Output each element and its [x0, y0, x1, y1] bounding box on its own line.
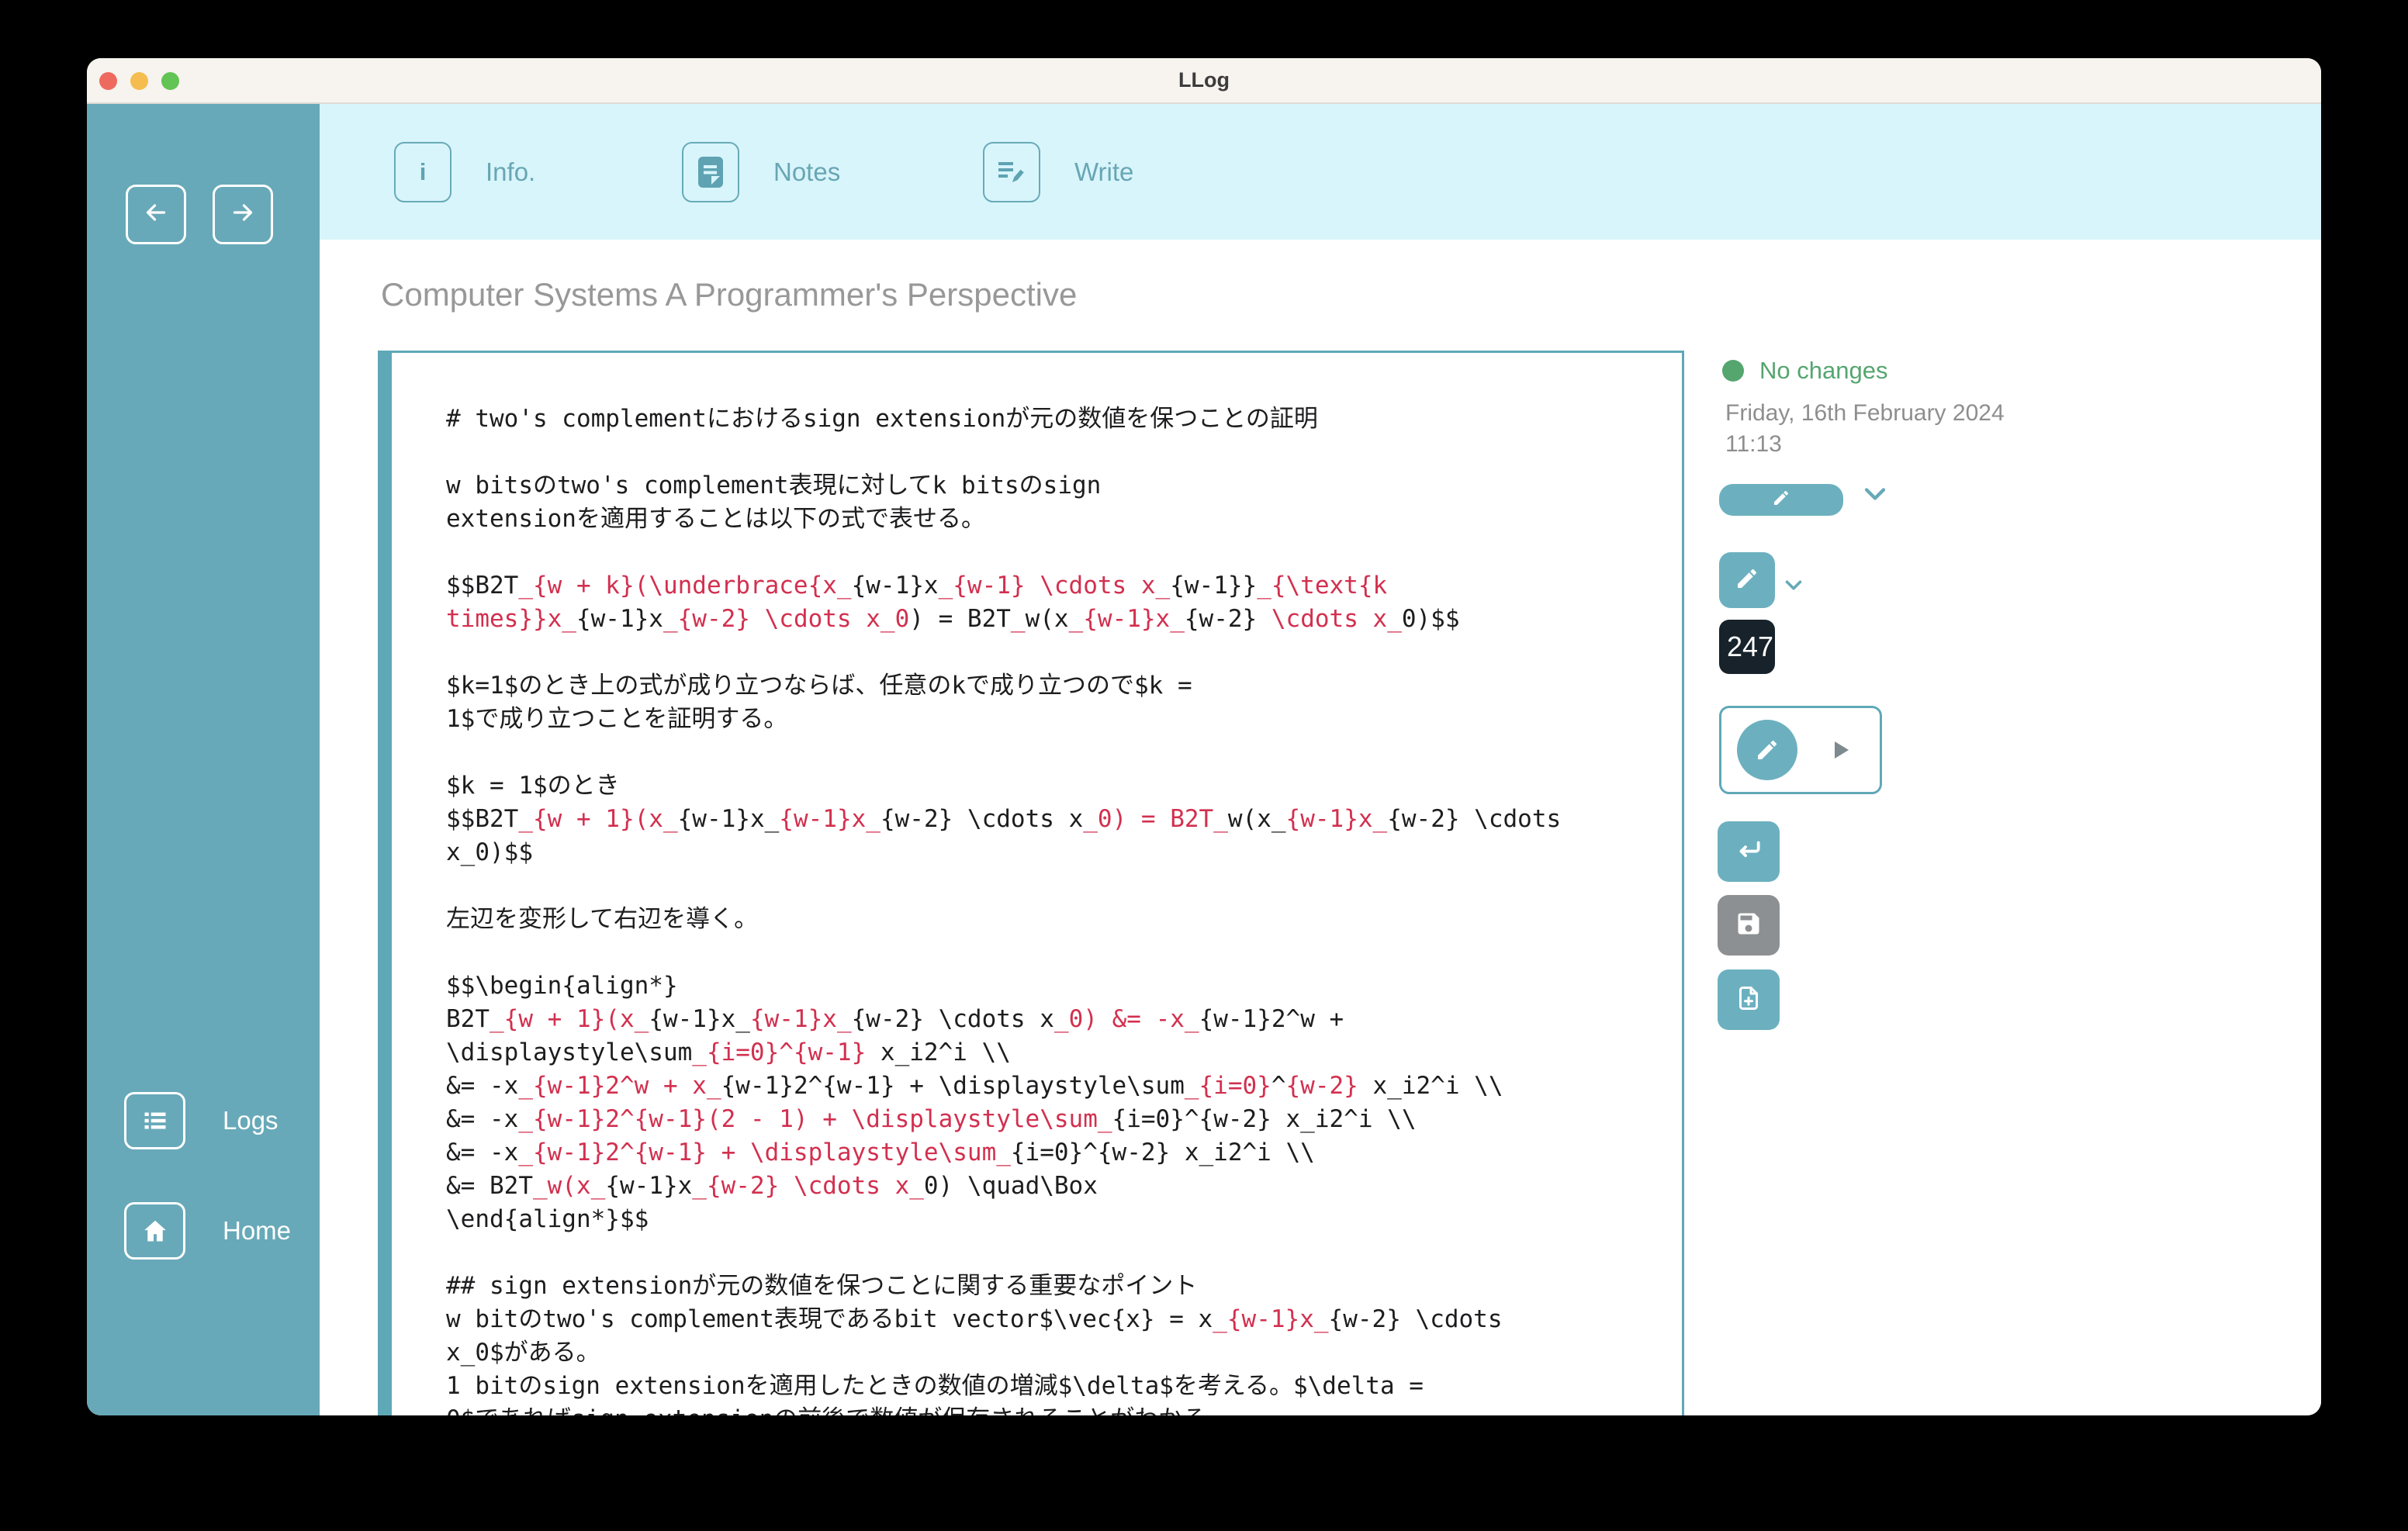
sidebar-item-label: Logs	[223, 1106, 279, 1135]
desktop-background: LLog Logs	[0, 0, 2408, 1531]
code-line[interactable]	[446, 869, 1660, 903]
edit-pill-button[interactable]	[1719, 484, 1843, 516]
code-line[interactable]	[446, 936, 1660, 969]
app-window: LLog Logs	[87, 58, 2321, 1415]
entry-date: Friday, 16th February 2024	[1725, 400, 2005, 427]
chevron-down-icon[interactable]	[1863, 486, 1887, 506]
tab-label: Write	[1074, 157, 1133, 187]
tab-notes[interactable]: Notes	[682, 142, 840, 202]
code-line[interactable]: &= B2T_w(x_{w-1}x_{w-2} \cdots x_0) \qua…	[446, 1170, 1660, 1203]
code-line[interactable]: $$\begin{align*}	[446, 969, 1660, 1003]
code-line[interactable]	[446, 1236, 1660, 1270]
chevron-down-icon[interactable]	[1784, 579, 1803, 596]
sidebar-item-logs[interactable]: Logs	[124, 1092, 279, 1149]
counter-badge: 247	[1719, 620, 1775, 674]
new-file-button[interactable]	[1718, 969, 1780, 1030]
code-line[interactable]: &= -x_{w-1}2^w + x_{w-1}2^{w-1} + \displ…	[446, 1070, 1660, 1103]
code-line[interactable]: x_0$がある。	[446, 1336, 1660, 1370]
code-editor[interactable]: # two's complementにおけるsign extensionが元の数…	[378, 351, 1684, 1415]
tab-label: Info.	[486, 157, 535, 187]
status-dot-icon	[1722, 360, 1744, 382]
code-line[interactable]: 1 bitのsign extensionを適用したときの数値の増減$\delta…	[446, 1370, 1660, 1403]
code-line[interactable]: &= -x_{w-1}2^{w-1} + \displaystyle\sum_{…	[446, 1136, 1660, 1170]
tab-info[interactable]: i Info.	[394, 142, 535, 202]
top-navigation: i Info. Notes Write	[320, 104, 2321, 240]
titlebar: LLog	[87, 58, 2321, 104]
code-line[interactable]: $k = 1$のとき	[446, 769, 1660, 803]
pencil-icon	[1735, 566, 1759, 595]
pencil-circle-icon	[1737, 720, 1797, 780]
sidebar-item-home[interactable]: Home	[124, 1202, 291, 1260]
home-icon	[124, 1202, 185, 1260]
tab-label: Notes	[773, 157, 840, 187]
file-plus-icon	[1735, 984, 1763, 1016]
code-line[interactable]: x_0)$$	[446, 836, 1660, 869]
page-title: Computer Systems A Programmer's Perspect…	[381, 276, 1077, 313]
code-line[interactable]: \displaystyle\sum_{i=0}^{w-1} x_i2^i \\	[446, 1036, 1660, 1070]
sidebar-item-label: Home	[223, 1216, 291, 1246]
save-icon	[1735, 910, 1763, 942]
code-line[interactable]: $k=1$のとき上の式が成り立つならば、任意のkで成り立つので$k =	[446, 669, 1660, 703]
sidebar: Logs Home	[87, 104, 320, 1415]
arrow-right-icon	[229, 199, 257, 230]
code-line[interactable]: $$B2T_{w + 1}(x_{w-1}x_{w-1}x_{w-2} \cdo…	[446, 803, 1660, 836]
code-line[interactable]: w bitのtwo's complement表現であるbit vector$\v…	[446, 1303, 1660, 1336]
code-line[interactable]: extensionを適用することは以下の式で表せる。	[446, 503, 1660, 536]
forward-button[interactable]	[213, 185, 273, 244]
return-arrow-icon	[1734, 835, 1763, 869]
info-icon: i	[394, 142, 452, 202]
code-line[interactable]	[446, 436, 1660, 469]
code-line[interactable]: \end{align*}$$	[446, 1203, 1660, 1236]
notes-icon	[682, 142, 739, 202]
window-title: LLog	[87, 58, 2321, 102]
run-entry-box[interactable]	[1719, 706, 1882, 794]
code-line[interactable]	[446, 636, 1660, 669]
right-panel: No changes Friday, 16th February 2024 11…	[1719, 357, 1983, 1210]
arrow-left-icon	[142, 199, 170, 230]
code-line[interactable]	[446, 536, 1660, 569]
code-line[interactable]	[446, 736, 1660, 769]
code-line[interactable]: ## sign extensionが元の数値を保つことに関する重要なポイント	[446, 1270, 1660, 1303]
code-line[interactable]: times}}x_{w-1}x_{w-2} \cdots x_0) = B2T_…	[446, 603, 1660, 636]
code-line[interactable]: $$B2T_{w + k}(\underbrace{x_{w-1}x_{w-1}…	[446, 569, 1660, 603]
pencil-icon	[1772, 489, 1790, 511]
tab-write[interactable]: Write	[983, 142, 1133, 202]
code-line[interactable]: 0$であればsign extensionの前後で数値が保存されることがわかる。	[446, 1403, 1660, 1415]
write-icon	[983, 142, 1040, 202]
status-label: No changes	[1759, 357, 1887, 385]
edit-square-button[interactable]	[1719, 552, 1775, 608]
code-line[interactable]: 1$で成り立つことを証明する。	[446, 703, 1660, 736]
status-row: No changes	[1722, 357, 1887, 385]
list-icon	[124, 1092, 185, 1149]
save-button[interactable]	[1718, 895, 1780, 956]
back-button[interactable]	[126, 185, 186, 244]
code-line[interactable]: &= -x_{w-1}2^{w-1}(2 - 1) + \displaystyl…	[446, 1103, 1660, 1136]
play-icon[interactable]	[1835, 741, 1849, 759]
code-line[interactable]: w bitsのtwo's complement表現に対してk bitsのsign	[446, 469, 1660, 503]
code-line[interactable]: # two's complementにおけるsign extensionが元の数…	[446, 403, 1660, 436]
entry-time: 11:13	[1725, 431, 1782, 458]
main-area: i Info. Notes Write	[320, 104, 2321, 1415]
code-line[interactable]: B2T_{w + 1}(x_{w-1}x_{w-1}x_{w-2} \cdots…	[446, 1003, 1660, 1036]
code-line[interactable]: 左辺を変形して右辺を導く。	[446, 903, 1660, 936]
submit-button[interactable]	[1718, 821, 1780, 882]
